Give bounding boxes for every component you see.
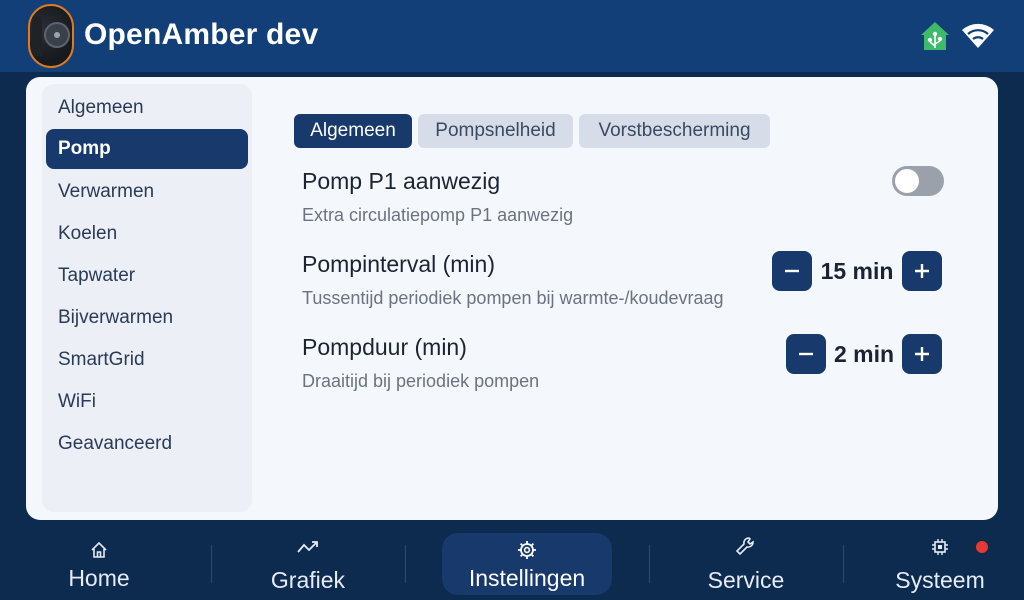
home-icon (91, 541, 107, 558)
chart-icon (297, 541, 318, 553)
app-logo (28, 4, 74, 68)
pompinterval-value: 15 min (820, 258, 894, 284)
sidebar-item-bijverwarmen[interactable]: Bijverwarmen (46, 298, 248, 338)
toggle-knob (895, 169, 919, 193)
nav-label: Service (707, 567, 785, 593)
setting-description: Draaitijd bij periodiek pompen (302, 371, 540, 391)
sidebar-item-koelen[interactable]: Koelen (46, 214, 248, 254)
tab-vorstbescherming[interactable]: Vorstbescherming (579, 114, 770, 148)
nav-label: Grafiek (270, 567, 346, 593)
nav-label: Instellingen (468, 565, 586, 591)
nav-instellingen[interactable]: Instellingen (442, 533, 612, 595)
app-header: OpenAmber dev (0, 0, 1024, 72)
pompduur-value: 2 min (833, 341, 895, 367)
nav-systeem[interactable]: Systeem (870, 533, 1010, 595)
sidebar-item-tapwater[interactable]: Tapwater (46, 256, 248, 296)
setting-description: Extra circulatiepomp P1 aanwezig (302, 205, 574, 225)
tab-algemeen[interactable]: Algemeen (294, 114, 412, 148)
minus-icon (799, 352, 813, 356)
app-title: OpenAmber dev (84, 18, 319, 51)
setting-title: Pomp P1 aanwezig (302, 168, 501, 194)
plus-icon (915, 264, 929, 278)
setting-title: Pompinterval (min) (302, 251, 495, 277)
nav-label: Systeem (895, 567, 985, 593)
minus-icon (785, 269, 799, 273)
sidebar-item-pomp[interactable]: Pomp (46, 129, 248, 169)
tab-pompsnelheid[interactable]: Pompsnelheid (418, 114, 573, 148)
sidebar-item-wifi[interactable]: WiFi (46, 382, 248, 422)
gear-icon (518, 541, 536, 559)
home-assistant-icon[interactable] (919, 20, 951, 52)
sidebar-item-geavanceerd[interactable]: Geavanceerd (46, 424, 248, 464)
nav-service[interactable]: Service (676, 533, 816, 595)
pompduur-decrease-button[interactable] (786, 334, 826, 374)
nav-home[interactable]: Home (40, 533, 158, 595)
setting-description: Tussentijd periodiek pompen bij warmte-/… (302, 288, 724, 308)
pompduur-increase-button[interactable] (902, 334, 942, 374)
chip-icon (932, 539, 948, 555)
setting-title: Pompduur (min) (302, 334, 467, 360)
sidebar-item-verwarmen[interactable]: Verwarmen (46, 172, 248, 212)
wifi-icon[interactable] (960, 20, 996, 50)
pomp-p1-toggle[interactable] (892, 166, 944, 196)
sidebar-item-algemeen[interactable]: Algemeen (46, 88, 248, 128)
sidebar-item-smartgrid[interactable]: SmartGrid (46, 340, 248, 380)
nav-label: Home (68, 565, 130, 591)
pompinterval-decrease-button[interactable] (772, 251, 812, 291)
pompinterval-increase-button[interactable] (902, 251, 942, 291)
wrench-icon (735, 537, 754, 556)
alert-badge (976, 541, 988, 553)
nav-grafiek[interactable]: Grafiek (238, 533, 378, 595)
plus-icon (915, 347, 929, 361)
